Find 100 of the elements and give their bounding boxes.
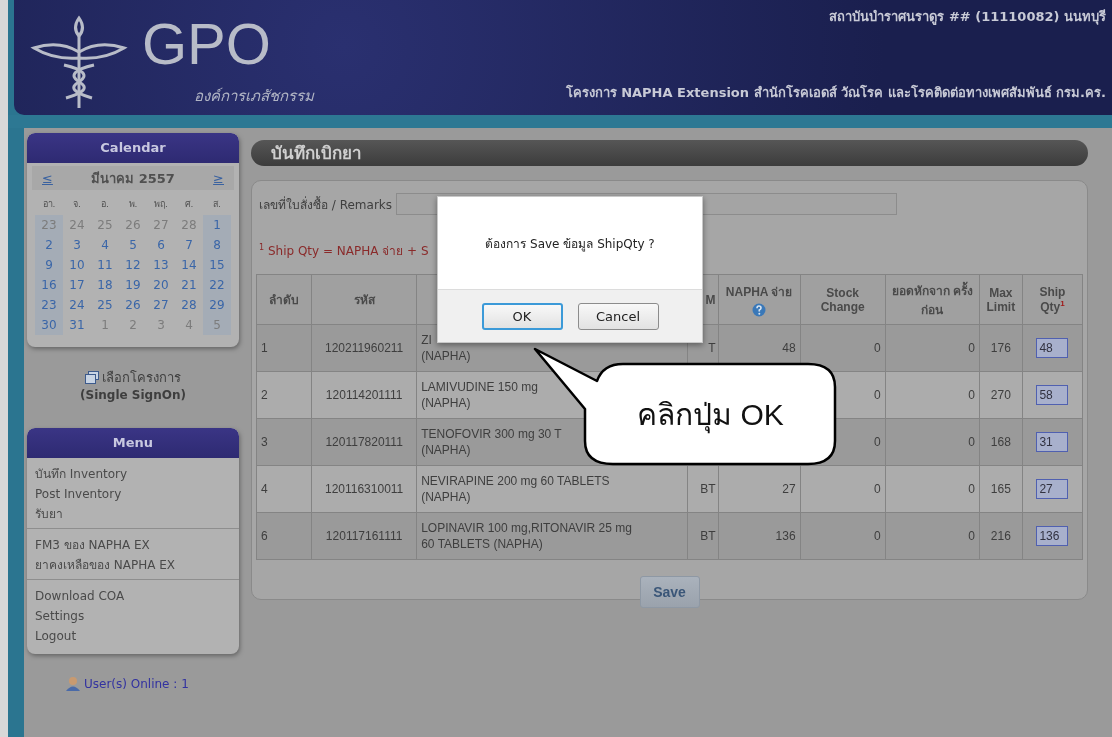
drug-name-text: (NAPHA) [421, 349, 471, 363]
menu-item[interactable]: บันทึก Inventory [27, 464, 239, 484]
column-header: Stock Change [800, 274, 886, 325]
table-cell: 120211960211 [311, 324, 417, 372]
users-online-link[interactable]: User(s) Online : 1 [84, 676, 189, 691]
institution-name: สถาบันบำราศนราดูร ## (11110082) นนทบุรี [829, 8, 1106, 27]
save-button[interactable]: Save [639, 576, 700, 608]
drug-name-text: ZI [421, 333, 432, 347]
table-cell: 3 [256, 418, 312, 466]
menu-item[interactable]: Settings [27, 606, 239, 626]
table-cell: 0 [800, 465, 886, 513]
table-cell: 216 [979, 512, 1023, 560]
menu-item[interactable]: รับยา [27, 504, 239, 524]
weekday-label: พฤ. [153, 198, 169, 211]
page-title-bar: บันทึกเบิกยา [251, 140, 1088, 166]
menu-item[interactable]: FM3 ของ NAPHA EX [27, 535, 239, 555]
calendar-day[interactable]: 28 [175, 295, 203, 315]
calendar-day[interactable]: 24 [63, 295, 91, 315]
table-cell: 120117820111 [311, 418, 417, 466]
calendar-day[interactable]: 1 [203, 215, 231, 235]
ship-qty-field[interactable]: 58 [1036, 385, 1069, 405]
ship-qty-field[interactable]: 27 [1036, 479, 1069, 499]
previous-month-link[interactable]: ≤ [42, 170, 53, 186]
column-header: ยอดหักจาก ครั้งก่อน [885, 274, 980, 325]
calendar-day[interactable]: 7 [175, 235, 203, 255]
calendar-day[interactable]: 6 [147, 235, 175, 255]
calendar-day[interactable]: 5 [119, 235, 147, 255]
calendar-day[interactable]: 29 [203, 295, 231, 315]
calendar-day[interactable]: 5 [203, 315, 231, 335]
calendar-day[interactable]: 2 [35, 235, 63, 255]
project-select-link[interactable]: เลือกโครงการ [102, 367, 181, 388]
calendar-day[interactable]: 4 [91, 235, 119, 255]
callout-text: คลิกปุ่ม OK [637, 390, 784, 438]
drug-name-text: TENOFOVIR 300 mg 30 T [421, 427, 562, 441]
calendar-day[interactable]: 15 [203, 255, 231, 275]
table-cell: 120117161111 [311, 512, 417, 560]
next-month-link[interactable]: ≥ [213, 170, 224, 186]
calendar-day[interactable]: 3 [63, 235, 91, 255]
drug-name-text: 60 TABLETS (NAPHA) [421, 537, 543, 551]
calendar-day[interactable]: 13 [147, 255, 175, 275]
calendar-title: Calendar [27, 133, 239, 163]
menu-item[interactable]: ยาคงเหลือของ NAPHA EX [27, 555, 239, 575]
calendar-day[interactable]: 14 [175, 255, 203, 275]
table-cell: 4 [256, 465, 312, 513]
menu-item[interactable]: Logout [27, 626, 239, 646]
table-cell: 120116310011 [311, 465, 417, 513]
calendar-day[interactable]: 10 [63, 255, 91, 275]
calendar-day[interactable]: 8 [203, 235, 231, 255]
ship-qty-field[interactable]: 31 [1036, 432, 1069, 452]
help-icon[interactable] [752, 303, 767, 317]
calendar-day[interactable]: 12 [119, 255, 147, 275]
drug-name-text: (NAPHA) [421, 443, 471, 457]
windows-icon [85, 371, 99, 384]
calendar-day[interactable]: 23 [35, 295, 63, 315]
calendar-day[interactable]: 21 [175, 275, 203, 295]
table-cell: 0 [885, 371, 980, 419]
calendar-day[interactable]: 30 [35, 315, 63, 335]
drug-name-text: LOPINAVIR 100 mg,RITONAVIR 25 mg [421, 521, 632, 535]
table-cell: 120114201111 [311, 371, 417, 419]
drug-name-text: (NAPHA) [421, 490, 471, 504]
cancel-button[interactable]: Cancel [577, 302, 659, 330]
table-cell: 176 [979, 324, 1023, 372]
calendar-day[interactable]: 26 [119, 295, 147, 315]
drug-name-text: LAMIVUDINE 150 mg [421, 380, 538, 394]
calendar-day[interactable]: 18 [91, 275, 119, 295]
ship-qty-field[interactable]: 136 [1036, 526, 1069, 546]
column-header: Ship Qty$^{1}$ [1022, 274, 1083, 325]
weekday-label: อ. [100, 198, 110, 211]
table-cell: 270 [979, 371, 1023, 419]
table-cell: 0 [885, 512, 980, 560]
table-cell: 1 [256, 324, 312, 372]
calendar-day[interactable]: 25 [91, 295, 119, 315]
calendar-day[interactable]: 11 [91, 255, 119, 275]
table-cell: 2 [256, 371, 312, 419]
calendar-day[interactable]: 17 [63, 275, 91, 295]
ok-button[interactable]: OK [481, 302, 563, 330]
table-cell: 168 [979, 418, 1023, 466]
table-cell: 6 [256, 512, 312, 560]
table-cell: 0 [885, 465, 980, 513]
logo-subtitle: องค์การเภสัชกรรม [194, 86, 314, 107]
calendar-day[interactable]: 31 [63, 315, 91, 335]
calendar-day[interactable]: 23 [35, 215, 63, 235]
remarks-label: เลขที่ใบสั่งซื้อ / Remarks [259, 195, 393, 214]
menu-item[interactable]: Post Inventory [27, 484, 239, 504]
calendar-day[interactable]: 20 [147, 275, 175, 295]
calendar-day[interactable]: 27 [147, 295, 175, 315]
calendar-day[interactable]: 16 [35, 275, 63, 295]
column-header: รหัส [311, 274, 417, 325]
menu-item[interactable]: Download COA [27, 586, 239, 606]
ship-qty-field[interactable]: 48 [1036, 338, 1069, 358]
calendar-day[interactable]: 19 [119, 275, 147, 295]
calendar-day[interactable]: 22 [203, 275, 231, 295]
project-title: โครงการ NAPHA Extension สำนักโรคเอดส์ วัณโรค และโรคติดต่อทางเพศสัมพันธ์ กรม.คร. [565, 84, 1106, 102]
calendar-day[interactable]: 9 [35, 255, 63, 275]
weekday-label: ศ. [183, 198, 195, 211]
column-header: ลำดับ [256, 274, 312, 325]
weekday-label: พ. [127, 198, 139, 211]
table-cell: 27 [718, 465, 801, 513]
dialog-message: ต้องการ Save ข้อมูล ShipQty ? [485, 235, 655, 253]
table-cell: 0 [885, 418, 980, 466]
